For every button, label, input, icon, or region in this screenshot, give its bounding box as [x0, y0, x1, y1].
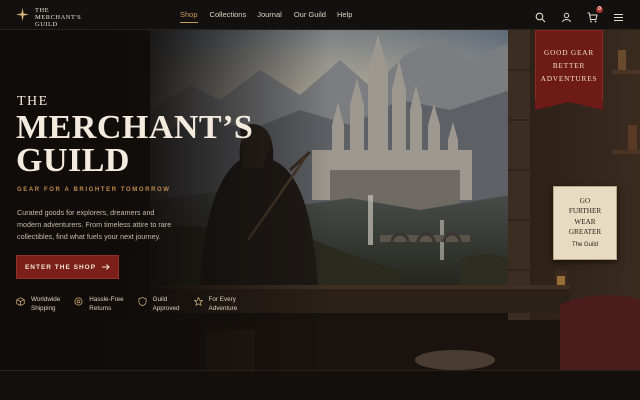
- menu-icon[interactable]: [613, 10, 624, 21]
- feature-4-line-2: Adventure: [208, 304, 238, 312]
- enter-shop-label: ENTER THE SHOP: [24, 263, 97, 271]
- nav-journal[interactable]: Journal: [257, 0, 282, 30]
- shield-icon: [138, 297, 147, 306]
- account-icon[interactable]: [561, 10, 572, 22]
- nav-our-guild[interactable]: Our Guild: [294, 0, 326, 30]
- feature-2-line-2: Returns: [89, 304, 112, 312]
- cart-count-badge: 0: [596, 5, 603, 13]
- hero-description: Curated goods for explorers, dreamers an…: [17, 208, 172, 241]
- feature-1-line-2: Shipping: [31, 304, 56, 312]
- note-line-3: WEAR: [574, 217, 596, 226]
- banner-line-3: ADVENTURES: [540, 74, 598, 83]
- brand-name: THE MERCHANT'S GUILD: [35, 7, 105, 28]
- feature-list: Worldwide Shipping Hassle-Free Returns Gui…: [16, 296, 251, 313]
- hero-tagline: GEAR FOR A BRIGHTER TOMORROW: [17, 187, 171, 193]
- brand-line-1: THE: [35, 7, 50, 14]
- nav-help[interactable]: Help: [337, 0, 352, 30]
- feature-4-line-1: For Every: [208, 296, 236, 303]
- star-icon: [193, 297, 203, 306]
- hero-text-overlay: [0, 30, 330, 370]
- hero-title-line-2: GUILD: [16, 142, 130, 179]
- brand-line-3: GUILD: [35, 21, 58, 28]
- box-icon: [16, 297, 25, 306]
- hero-title: MERCHANT’S GUILD: [16, 109, 336, 179]
- hero-title-line-1: MERCHANT’S: [16, 109, 254, 146]
- footer-strip: [0, 370, 640, 400]
- return-icon: [74, 297, 83, 306]
- page: THE MERCHANT'S GUILD Shop Collections Jo…: [0, 0, 640, 400]
- feature-guild-approved: Guild Approved: [138, 296, 180, 313]
- banner-tail: [535, 100, 603, 110]
- note-line-4: GREATER: [568, 228, 602, 237]
- feature-for-every-adventure: For Every Adventure: [193, 296, 238, 313]
- feature-3-line-2: Approved: [152, 304, 180, 312]
- note-signature: The Guild: [571, 241, 598, 248]
- compass-star-icon: [16, 8, 29, 21]
- header-icons: 0: [535, 0, 624, 30]
- cart-icon[interactable]: 0: [587, 5, 603, 22]
- note-line-1: GO: [579, 196, 591, 205]
- feature-worldwide-shipping: Worldwide Shipping: [16, 296, 60, 313]
- nav-shop[interactable]: Shop: [180, 0, 198, 30]
- feature-3-line-1: Guild: [152, 296, 168, 303]
- brand-logo[interactable]: THE MERCHANT'S GUILD: [16, 5, 96, 28]
- banner-line-1: GOOD GEAR: [544, 48, 594, 57]
- enter-shop-button[interactable]: ENTER THE SHOP: [16, 255, 119, 279]
- feature-1-line-1: Worldwide: [31, 296, 61, 303]
- brand-line-2: MERCHANT'S: [35, 14, 82, 21]
- main-menu: Shop Collections Journal Our Guild Help: [180, 0, 352, 30]
- arrow-right-icon: [102, 264, 110, 270]
- hanging-banner: GOOD GEAR BETTER ADVENTURES: [535, 30, 603, 101]
- note-line-2: FURTHER: [568, 207, 602, 216]
- hero-kicker: THE: [17, 94, 49, 109]
- top-navbar: THE MERCHANT'S GUILD Shop Collections Jo…: [0, 0, 640, 30]
- feature-hassle-free-returns: Hassle-Free Returns: [74, 296, 124, 313]
- nav-collections[interactable]: Collections: [210, 0, 247, 30]
- banner-line-2: BETTER: [552, 61, 586, 70]
- search-icon[interactable]: [535, 10, 546, 22]
- feature-2-line-1: Hassle-Free: [89, 296, 124, 303]
- parchment-note: GO FURTHER WEAR GREATER The Guild: [553, 186, 617, 260]
